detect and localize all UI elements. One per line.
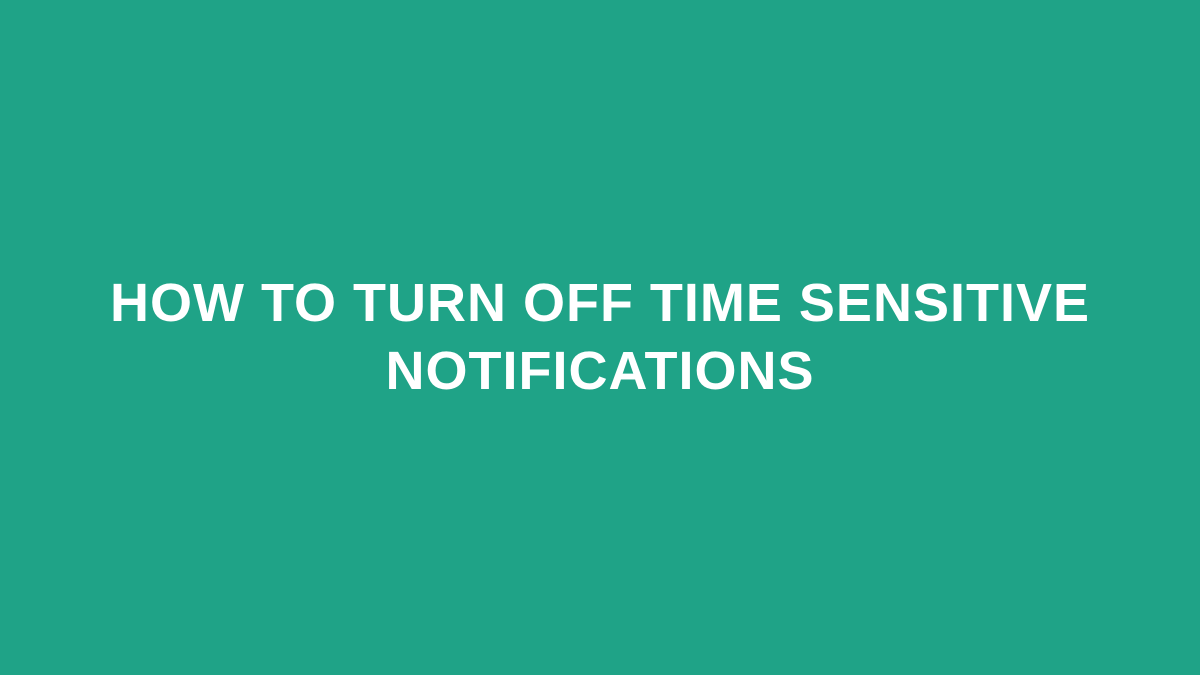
page-title: HOW TO TURN OFF TIME SENSITIVE NOTIFICAT… [0, 270, 1200, 405]
